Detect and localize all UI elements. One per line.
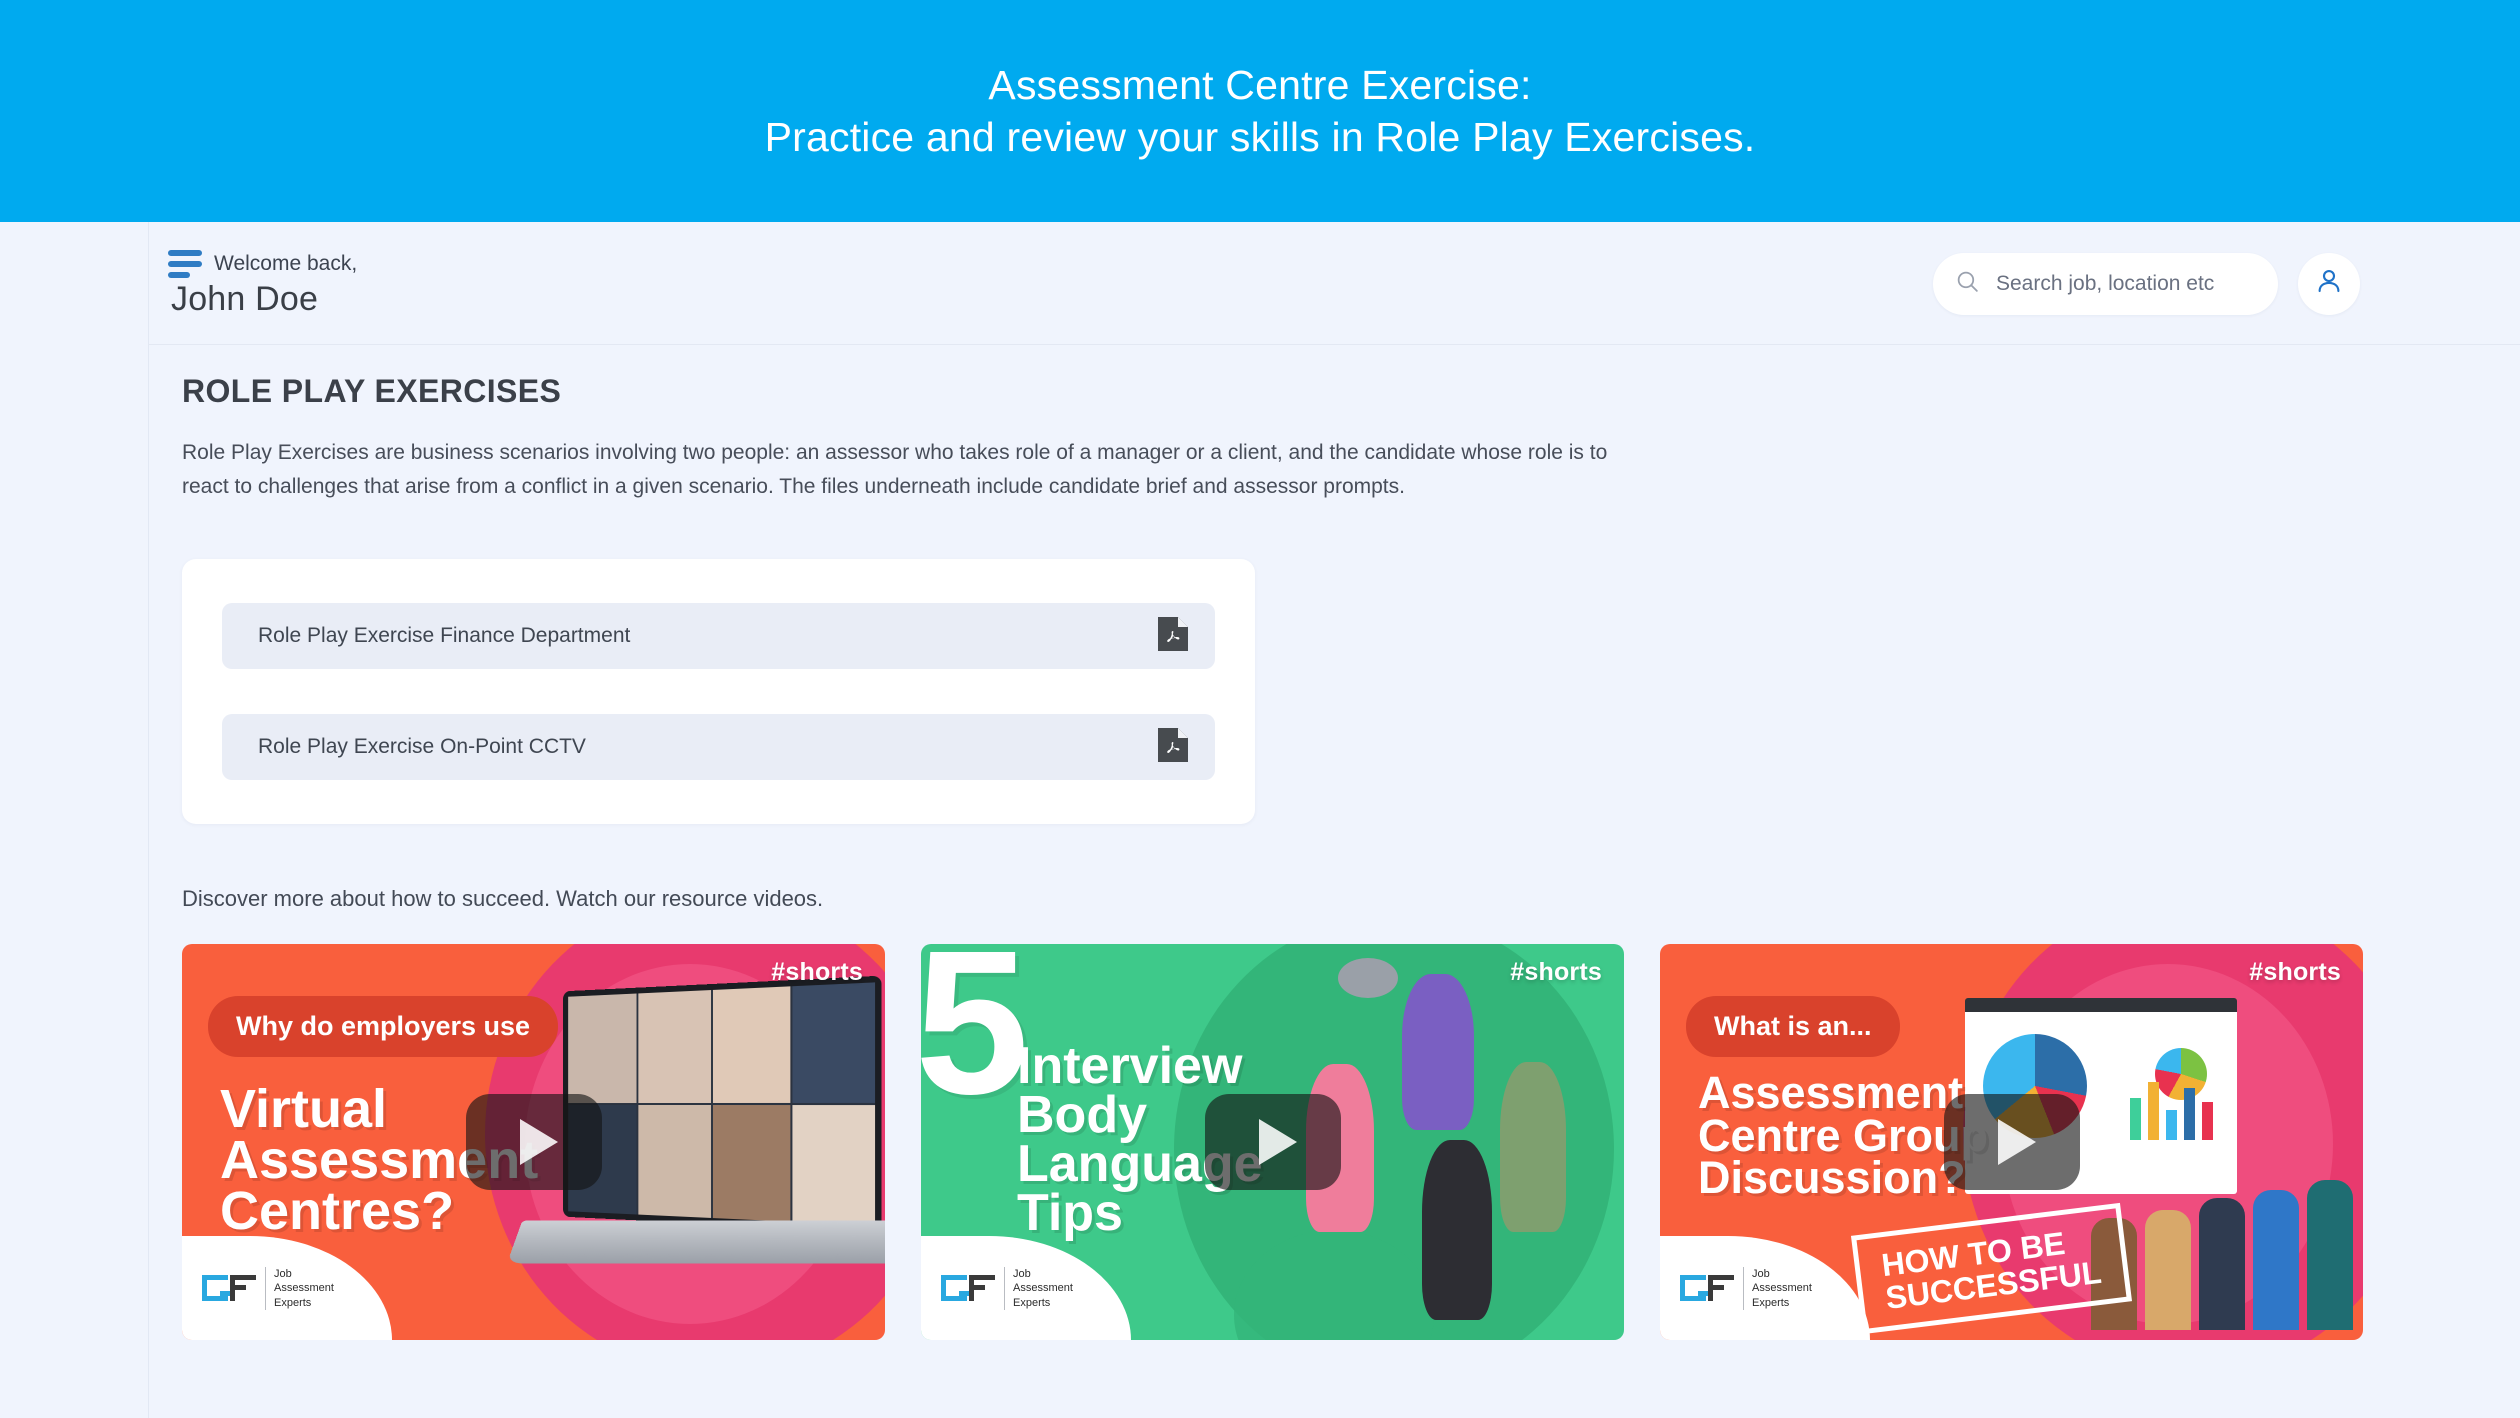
- gf-logo-icon: [1680, 1275, 1734, 1302]
- character-illustration: [1402, 974, 1474, 1131]
- app-shell: Welcome back, John Doe Search job, locat…: [0, 222, 2520, 1418]
- search-box[interactable]: [1933, 252, 2278, 315]
- shorts-tag: #shorts: [1510, 958, 1602, 987]
- file-name: Role Play Exercise On-Point CCTV: [258, 735, 586, 759]
- gf-logo-icon: [941, 1275, 995, 1302]
- hamburger-icon[interactable]: [168, 250, 202, 278]
- shorts-tag: #shorts: [771, 958, 863, 987]
- top-banner: Assessment Centre Exercise: Practice and…: [0, 0, 2520, 222]
- gf-logo-icon: [202, 1275, 256, 1302]
- file-row[interactable]: Role Play Exercise On-Point CCTV: [222, 714, 1215, 781]
- search-icon: [1955, 269, 1980, 299]
- main-content: ROLE PLAY EXERCISES Role Play Exercises …: [0, 345, 2520, 1341]
- brand-logo-text: Job Assessment Experts: [1743, 1266, 1812, 1311]
- welcome-top-row: Welcome back,: [168, 250, 357, 278]
- people-illustration: [2091, 1180, 2353, 1331]
- character-illustration: [1500, 1062, 1566, 1233]
- user-avatar-icon: [2314, 266, 2344, 301]
- welcome-label: Welcome back,: [214, 252, 358, 275]
- user-name: John Doe: [171, 280, 319, 318]
- search-input[interactable]: [1996, 271, 2256, 296]
- pdf-file-icon[interactable]: [1158, 616, 1188, 656]
- banner-title-line2: Practice and review your skills in Role …: [764, 114, 1756, 160]
- file-name: Role Play Exercise Finance Department: [258, 624, 631, 648]
- video-card[interactable]: #shorts Why do employers use Virtual Ass…: [182, 944, 885, 1341]
- laptop-illustration: [563, 976, 882, 1233]
- video-card[interactable]: 5 #shorts Interview Body Language Tips J…: [921, 944, 1624, 1341]
- play-icon[interactable]: [1943, 1094, 2080, 1191]
- character-illustration: [1422, 1140, 1492, 1321]
- shorts-tag: #shorts: [2249, 958, 2341, 987]
- play-icon[interactable]: [465, 1094, 602, 1191]
- account-button[interactable]: [2298, 252, 2360, 315]
- welcome-header: Welcome back, John Doe: [0, 222, 2520, 345]
- play-icon[interactable]: [1204, 1094, 1341, 1191]
- brand-logo-text: Job Assessment Experts: [265, 1266, 334, 1311]
- video-number: 5: [921, 944, 1030, 1138]
- files-card: Role Play Exercise Finance Department Ro…: [182, 559, 1255, 825]
- header-actions: [1933, 252, 2360, 315]
- file-row[interactable]: Role Play Exercise Finance Department: [222, 603, 1215, 670]
- pdf-file-icon[interactable]: [1158, 727, 1188, 767]
- banner-title-line1: Assessment Centre Exercise:: [988, 61, 1532, 108]
- brand-logo-text: Job Assessment Experts: [1004, 1266, 1073, 1311]
- video-pill-label: Why do employers use: [208, 996, 559, 1058]
- video-card[interactable]: #shorts What is an... Assessment Centre …: [1660, 944, 2363, 1341]
- laptop-base: [506, 1220, 885, 1264]
- sidebar-rail-divider: [148, 222, 149, 1418]
- page-title: ROLE PLAY EXERCISES: [182, 373, 562, 409]
- discover-text: Discover more about how to succeed. Watc…: [182, 886, 824, 912]
- intro-paragraph: Role Play Exercises are business scenari…: [182, 441, 1608, 499]
- welcome-block: Welcome back, John Doe: [168, 248, 357, 319]
- video-grid: #shorts Why do employers use Virtual Ass…: [182, 944, 2520, 1341]
- video-pill-label: What is an...: [1686, 996, 1900, 1058]
